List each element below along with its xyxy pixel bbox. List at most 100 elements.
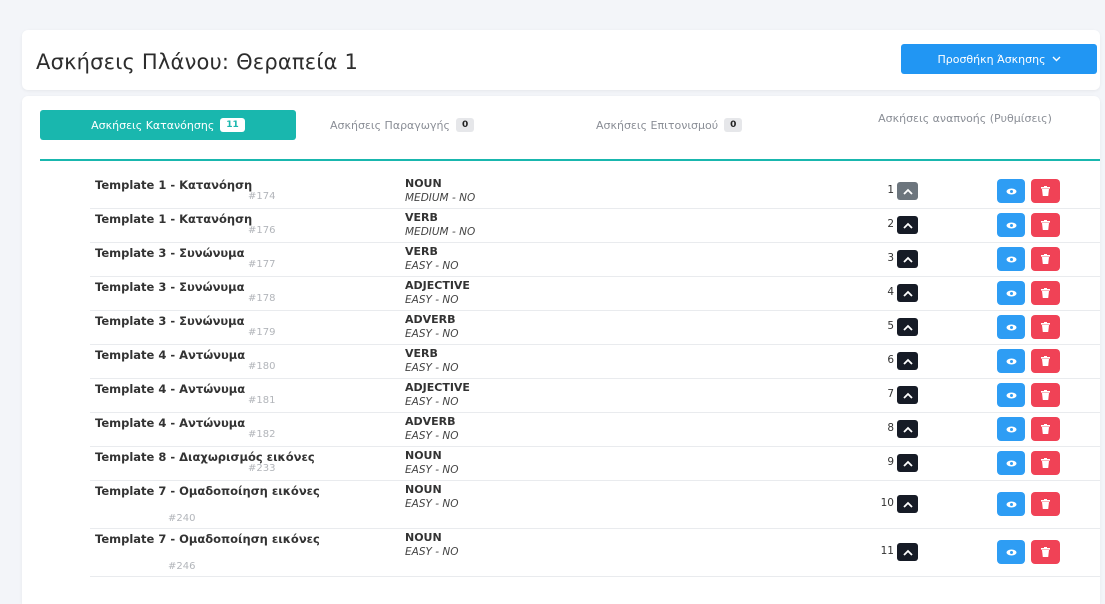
- tab-count-badge: 11: [220, 118, 245, 132]
- delete-button[interactable]: [1031, 315, 1060, 339]
- delete-button[interactable]: [1031, 281, 1060, 305]
- exercise-name: Template 1 - Κατανόηση: [95, 212, 253, 226]
- trash-icon: [1041, 424, 1050, 434]
- chevron-up-icon: [902, 290, 913, 297]
- delete-button[interactable]: [1031, 247, 1060, 271]
- view-button[interactable]: [997, 383, 1025, 407]
- view-button[interactable]: [997, 540, 1025, 564]
- exercise-name: Template 8 - Διαχωρισμός εικόνες: [95, 450, 315, 464]
- chevron-up-icon: [902, 324, 913, 331]
- move-up-button[interactable]: [897, 495, 918, 513]
- trash-icon: [1041, 254, 1050, 264]
- delete-button[interactable]: [1031, 213, 1060, 237]
- table-row: Template 3 - Συνώνυμα #179 ADVERB EASY - NO…: [90, 310, 1100, 345]
- move-up-button[interactable]: [897, 318, 918, 336]
- view-button[interactable]: [997, 417, 1025, 441]
- tabs-divider: [40, 159, 1100, 161]
- chevron-up-icon: [902, 392, 913, 399]
- view-button[interactable]: [997, 247, 1025, 271]
- part-of-speech: VERB: [405, 347, 438, 360]
- exercise-id: #180: [248, 361, 276, 372]
- table-row: Template 3 - Συνώνυμα #178 ADJECTIVE EASY -…: [90, 276, 1100, 311]
- delete-button[interactable]: [1031, 451, 1060, 475]
- chevron-down-icon: [1052, 56, 1061, 62]
- difficulty-level: EASY - NO: [405, 498, 459, 510]
- difficulty-level: EASY - NO: [405, 260, 459, 272]
- order-number: 3: [887, 252, 894, 264]
- tab-production[interactable]: Ασκήσεις Παραγωγής 0: [330, 118, 475, 132]
- trash-icon: [1041, 220, 1050, 230]
- move-up-button[interactable]: [897, 420, 918, 438]
- order-number: 4: [887, 286, 894, 298]
- tab-label: Ασκήσεις Κατανόησης: [91, 118, 215, 132]
- delete-button[interactable]: [1031, 383, 1060, 407]
- order-number: 1: [887, 184, 894, 196]
- exercise-id: #182: [248, 429, 276, 440]
- exercise-name: Template 4 - Αντώνυμα: [95, 416, 246, 430]
- page-title: Ασκήσεις Πλάνου: Θεραπεία 1: [36, 50, 359, 74]
- eye-icon: [1006, 426, 1017, 433]
- eye-icon: [1006, 324, 1017, 331]
- move-up-button[interactable]: [897, 454, 918, 472]
- table-row: Template 1 - Κατανόηση #174 NOUN MEDIUM - N…: [90, 174, 1100, 209]
- move-up-button[interactable]: [897, 386, 918, 404]
- eye-icon: [1006, 392, 1017, 399]
- part-of-speech: ADJECTIVE: [405, 381, 470, 394]
- order-number: 8: [887, 422, 894, 434]
- eye-icon: [1006, 290, 1017, 297]
- add-exercise-button[interactable]: Προσθήκη Άσκησης: [901, 44, 1097, 74]
- trash-icon: [1041, 458, 1050, 468]
- eye-icon: [1006, 222, 1017, 229]
- trash-icon: [1041, 499, 1050, 509]
- order-number: 2: [887, 218, 894, 230]
- view-button[interactable]: [997, 213, 1025, 237]
- view-button[interactable]: [997, 349, 1025, 373]
- exercise-name: Template 3 - Συνώνυμα: [95, 280, 245, 294]
- trash-icon: [1041, 186, 1050, 196]
- trash-icon: [1041, 356, 1050, 366]
- part-of-speech: ADJECTIVE: [405, 279, 470, 292]
- table-row: Template 7 - Ομαδοποίηση εικόνες #246 NOUN…: [90, 528, 1100, 577]
- delete-button[interactable]: [1031, 417, 1060, 441]
- chevron-up-icon: [902, 501, 913, 508]
- part-of-speech: NOUN: [405, 531, 442, 544]
- tab-comprehension[interactable]: Ασκήσεις Κατανόησης 11: [40, 110, 296, 140]
- move-up-button[interactable]: [897, 182, 918, 200]
- view-button[interactable]: [997, 315, 1025, 339]
- tab-breathing-settings[interactable]: Ασκήσεις αναπνοής (Ρυθμίσεις): [868, 110, 1062, 127]
- view-button[interactable]: [997, 451, 1025, 475]
- chevron-up-icon: [902, 358, 913, 365]
- part-of-speech: NOUN: [405, 177, 442, 190]
- exercise-name: Template 3 - Συνώνυμα: [95, 246, 245, 260]
- move-up-button[interactable]: [897, 543, 918, 561]
- delete-button[interactable]: [1031, 540, 1060, 564]
- eye-icon: [1006, 256, 1017, 263]
- move-up-button[interactable]: [897, 216, 918, 234]
- view-button[interactable]: [997, 281, 1025, 305]
- add-exercise-label: Προσθήκη Άσκησης: [937, 52, 1046, 66]
- difficulty-level: EASY - NO: [405, 328, 459, 340]
- exercise-name: Template 1 - Κατανόηση: [95, 178, 253, 192]
- exercises-card: Ασκήσεις Κατανόησης 11 Ασκήσεις Παραγωγή…: [22, 96, 1100, 604]
- part-of-speech: VERB: [405, 245, 438, 258]
- table-row: Template 4 - Αντώνυμα #182 ADVERB EASY - NO…: [90, 412, 1100, 447]
- order-number: 9: [887, 456, 894, 468]
- delete-button[interactable]: [1031, 349, 1060, 373]
- part-of-speech: NOUN: [405, 483, 442, 496]
- move-up-button[interactable]: [897, 352, 918, 370]
- move-up-button[interactable]: [897, 250, 918, 268]
- tab-intonation[interactable]: Ασκήσεις Επιτονισμού 0: [596, 118, 743, 132]
- chevron-up-icon: [902, 460, 913, 467]
- order-number: 7: [887, 388, 894, 400]
- exercise-id: #181: [248, 395, 276, 406]
- view-button[interactable]: [997, 179, 1025, 203]
- move-up-button[interactable]: [897, 284, 918, 302]
- order-number: 6: [887, 354, 894, 366]
- exercise-name: Template 4 - Αντώνυμα: [95, 382, 246, 396]
- delete-button[interactable]: [1031, 179, 1060, 203]
- table-row: Template 3 - Συνώνυμα #177 VERB EASY - NO 3: [90, 242, 1100, 277]
- delete-button[interactable]: [1031, 492, 1060, 516]
- chevron-up-icon: [902, 222, 913, 229]
- view-button[interactable]: [997, 492, 1025, 516]
- tab-label: Ασκήσεις Επιτονισμού: [596, 118, 719, 132]
